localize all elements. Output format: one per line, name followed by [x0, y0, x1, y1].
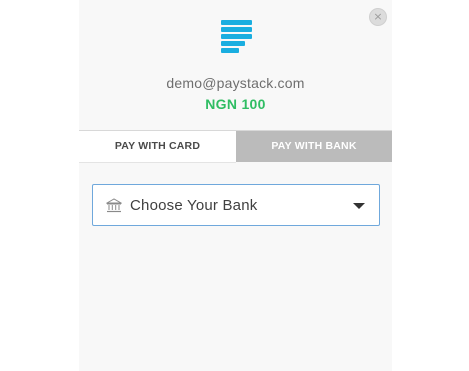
bank-select-label: Choose Your Bank [130, 197, 258, 214]
tab-pay-with-bank[interactable]: PAY WITH BANK [236, 131, 392, 162]
payment-method-tabs: PAY WITH CARD PAY WITH BANK [79, 130, 392, 163]
chevron-down-icon [353, 203, 365, 209]
customer-email: demo@paystack.com [166, 75, 305, 91]
bank-icon [106, 198, 122, 213]
paystack-logo-icon [221, 20, 252, 53]
checkout-page: × demo@paystack.com NGN 100 PAY WITH CAR… [0, 0, 469, 371]
close-icon[interactable]: × [369, 8, 387, 26]
tab-pay-with-card[interactable]: PAY WITH CARD [79, 131, 236, 163]
payment-amount: NGN 100 [205, 96, 266, 112]
bank-select-dropdown[interactable]: Choose Your Bank [92, 184, 380, 226]
